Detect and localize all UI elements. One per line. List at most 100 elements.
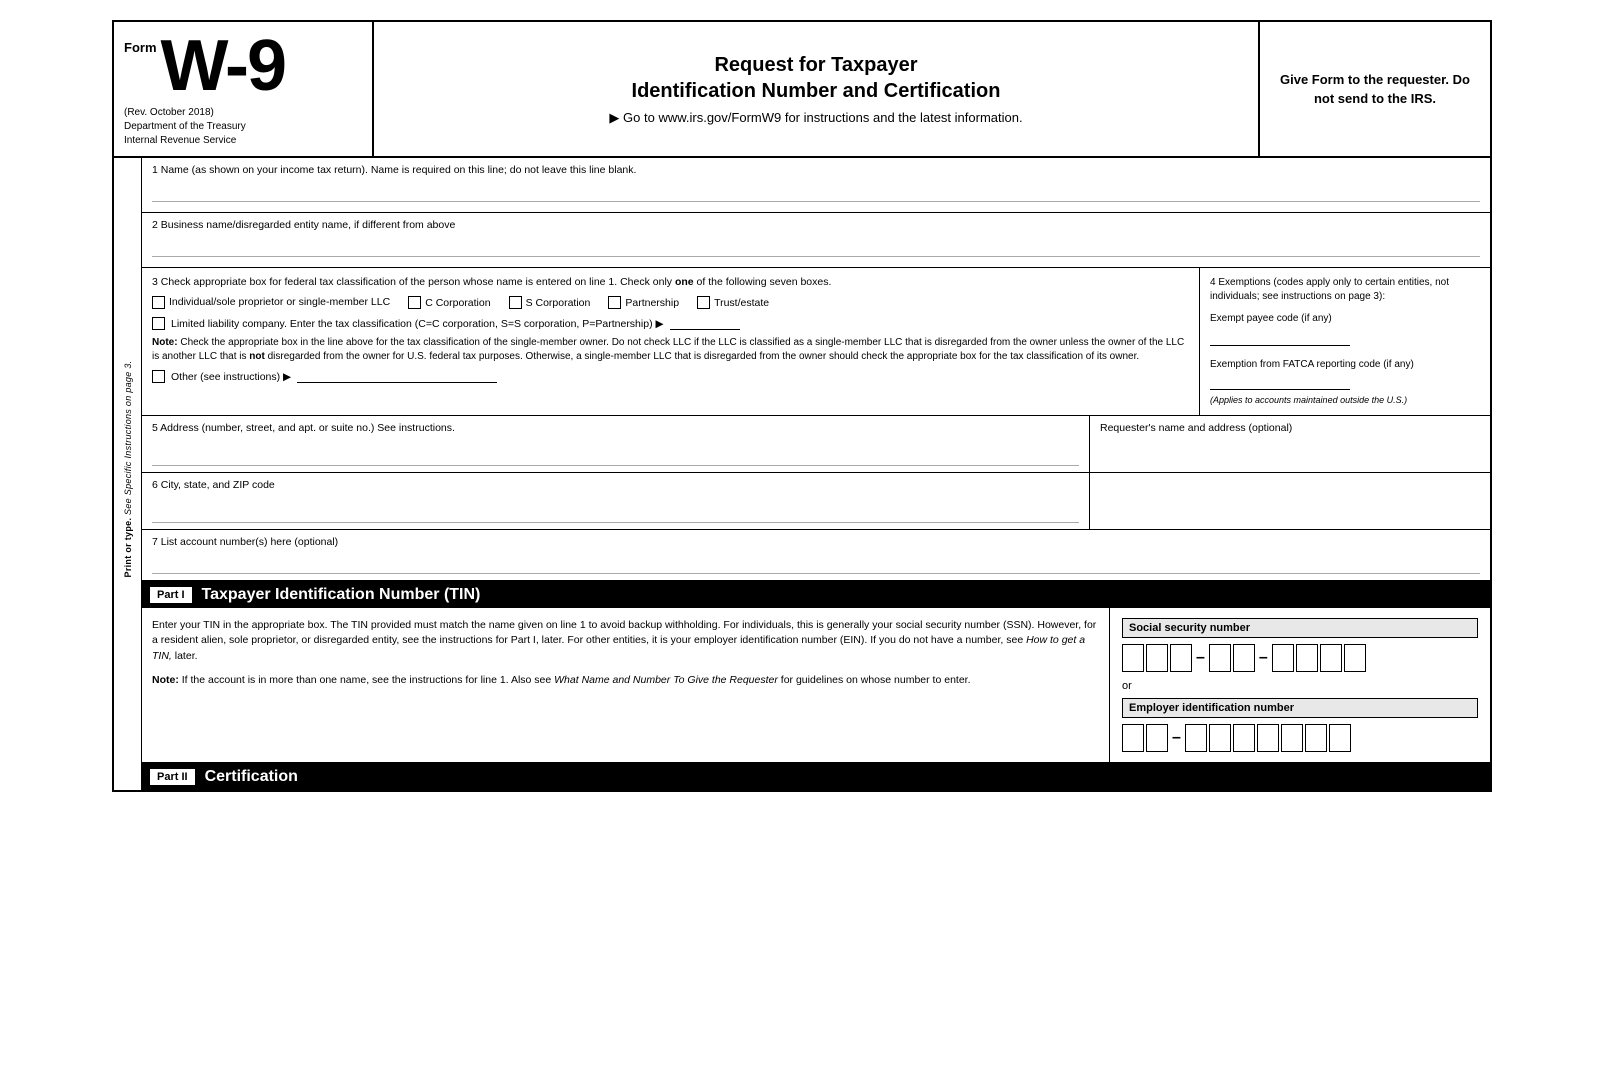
ssn-dash-2: – <box>1259 649 1268 667</box>
ein-grid: – <box>1122 724 1478 752</box>
ssn-cell-8[interactable] <box>1320 644 1342 672</box>
checkbox-llc-box[interactable] <box>152 317 165 330</box>
part2-header: Part II Certification <box>142 764 1490 790</box>
checkboxes-row: Individual/sole proprietor or single-mem… <box>152 296 1189 309</box>
ein-cell-3[interactable] <box>1185 724 1207 752</box>
ein-label: Employer identification number <box>1122 698 1478 718</box>
ssn-cell-4[interactable] <box>1209 644 1231 672</box>
field-6-input[interactable] <box>152 505 1079 523</box>
checkbox-trust: Trust/estate <box>697 296 769 309</box>
llc-classification-input[interactable] <box>670 317 740 330</box>
ssn-cells-1 <box>1122 644 1192 672</box>
form-word: Form <box>124 40 157 55</box>
part1-label: Part I <box>150 587 192 603</box>
fatca-input-line[interactable] <box>1210 374 1350 390</box>
header-center: Request for Taxpayer Identification Numb… <box>374 22 1260 156</box>
part1-left: Enter your TIN in the appropriate box. T… <box>142 608 1110 762</box>
form-fields: 1 Name (as shown on your income tax retu… <box>142 158 1490 790</box>
form-body: Print or type. See Specific Instructions… <box>114 158 1490 790</box>
ein-dash: – <box>1172 729 1181 747</box>
part1-intro: Enter your TIN in the appropriate box. T… <box>152 618 1099 665</box>
ssn-cell-6[interactable] <box>1272 644 1294 672</box>
part1-body: Enter your TIN in the appropriate box. T… <box>142 608 1490 764</box>
field-6-right <box>1090 473 1490 529</box>
field-5-input[interactable] <box>152 448 1079 466</box>
ein-cell-6[interactable] <box>1257 724 1279 752</box>
field-3-label: 3 Check appropriate box for federal tax … <box>152 276 1189 288</box>
checkbox-individual-box[interactable] <box>152 296 165 309</box>
ssn-cell-3[interactable] <box>1170 644 1192 672</box>
side-label: Print or type. See Specific Instructions… <box>114 158 142 790</box>
ssn-cell-1[interactable] <box>1122 644 1144 672</box>
field-4: 4 Exemptions (codes apply only to certai… <box>1200 268 1490 415</box>
ein-cell-8[interactable] <box>1305 724 1327 752</box>
ein-cell-5[interactable] <box>1233 724 1255 752</box>
part1-title: Taxpayer Identification Number (TIN) <box>202 586 481 604</box>
side-label-text: Print or type. See Specific Instructions… <box>123 269 133 669</box>
ssn-cells-2 <box>1209 644 1255 672</box>
checkbox-partnership: Partnership <box>608 296 679 309</box>
form-subtitle: ▶ Go to www.irs.gov/FormW9 for instructi… <box>609 110 1022 126</box>
checkbox-trust-box[interactable] <box>697 296 710 309</box>
exempt-payee-label: Exempt payee code (if any) <box>1210 312 1480 326</box>
field-3-4-row: 3 Check appropriate box for federal tax … <box>142 268 1490 416</box>
ein-cell-1[interactable] <box>1122 724 1144 752</box>
field-3: 3 Check appropriate box for federal tax … <box>142 268 1200 415</box>
ein-cell-4[interactable] <box>1209 724 1231 752</box>
checkbox-individual: Individual/sole proprietor or single-mem… <box>152 296 390 309</box>
ssn-dash-1: – <box>1196 649 1205 667</box>
checkbox-c-corp-box[interactable] <box>408 296 421 309</box>
give-form-text: Give Form to the requester. Do not send … <box>1272 70 1478 109</box>
field-5-row: 5 Address (number, street, and apt. or s… <box>142 416 1490 473</box>
field-6-row: 6 City, state, and ZIP code <box>142 473 1490 530</box>
ssn-cell-2[interactable] <box>1146 644 1168 672</box>
form-header: Form W-9 (Rev. October 2018) Department … <box>114 22 1490 158</box>
part1-right: Social security number – – <box>1110 608 1490 762</box>
ssn-cells-3 <box>1272 644 1366 672</box>
ein-cell-7[interactable] <box>1281 724 1303 752</box>
w9-form: Form W-9 (Rev. October 2018) Department … <box>112 20 1492 792</box>
field-4-label: 4 Exemptions (codes apply only to certai… <box>1210 276 1480 304</box>
field-6-left: 6 City, state, and ZIP code <box>142 473 1090 529</box>
w9-title: W-9 <box>161 30 286 102</box>
field-7-input[interactable] <box>152 556 1480 574</box>
exempt-payee-input-line[interactable] <box>1210 330 1350 346</box>
other-row: Other (see instructions) ▶ <box>152 370 1189 383</box>
ssn-label: Social security number <box>1122 618 1478 638</box>
checkbox-s-corp-box[interactable] <box>509 296 522 309</box>
field-2-input[interactable] <box>152 239 1480 257</box>
checkbox-other-box[interactable] <box>152 370 165 383</box>
field-1-input[interactable] <box>152 184 1480 202</box>
ein-cell-9[interactable] <box>1329 724 1351 752</box>
requester-label: Requester's name and address (optional) <box>1100 422 1480 434</box>
ssn-cell-7[interactable] <box>1296 644 1318 672</box>
field-2-row: 2 Business name/disregarded entity name,… <box>142 213 1490 268</box>
ein-cell-2[interactable] <box>1146 724 1168 752</box>
checkbox-partnership-box[interactable] <box>608 296 621 309</box>
field-5-right: Requester's name and address (optional) <box>1090 416 1490 472</box>
part2-title: Certification <box>205 768 298 786</box>
part2-label: Part II <box>150 769 195 785</box>
part1-header: Part I Taxpayer Identification Number (T… <box>142 582 1490 608</box>
field-2-label: 2 Business name/disregarded entity name,… <box>152 219 1480 231</box>
other-input[interactable] <box>297 370 497 383</box>
ssn-cell-5[interactable] <box>1233 644 1255 672</box>
ein-cells-1 <box>1122 724 1168 752</box>
field-3-note: Note: Check the appropriate box in the l… <box>152 336 1189 364</box>
field-6-label: 6 City, state, and ZIP code <box>152 479 1079 491</box>
header-rev: (Rev. October 2018) Department of the Tr… <box>124 106 362 148</box>
ein-cells-2 <box>1185 724 1351 752</box>
field-1-label: 1 Name (as shown on your income tax retu… <box>152 164 1480 176</box>
field-5-label: 5 Address (number, street, and apt. or s… <box>152 422 1079 434</box>
field-1-row: 1 Name (as shown on your income tax retu… <box>142 158 1490 213</box>
part1-note: Note: If the account is in more than one… <box>152 673 1099 689</box>
form-title: Request for Taxpayer Identification Numb… <box>632 52 1001 104</box>
header-right: Give Form to the requester. Do not send … <box>1260 22 1490 156</box>
checkbox-c-corp: C Corporation <box>408 296 490 309</box>
ssn-cell-9[interactable] <box>1344 644 1366 672</box>
field-7-row: 7 List account number(s) here (optional) <box>142 530 1490 582</box>
ssn-grid: – – <box>1122 644 1478 672</box>
applies-note: (Applies to accounts maintained outside … <box>1210 394 1480 407</box>
field-7-label: 7 List account number(s) here (optional) <box>152 536 1480 548</box>
header-left: Form W-9 (Rev. October 2018) Department … <box>114 22 374 156</box>
